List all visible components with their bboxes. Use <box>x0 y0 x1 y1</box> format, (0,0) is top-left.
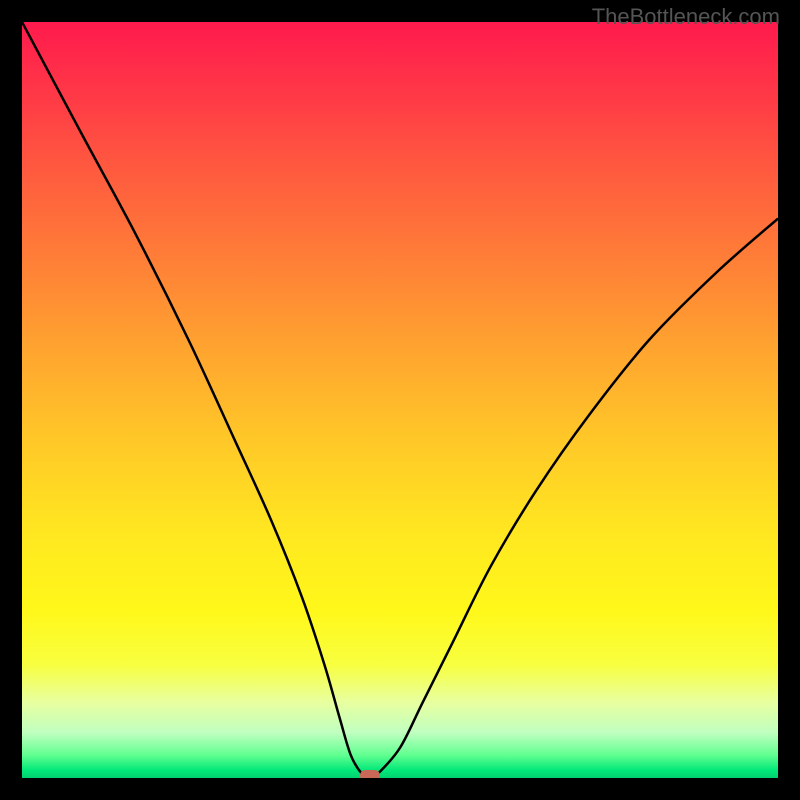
watermark-text: TheBottleneck.com <box>592 4 780 30</box>
bottleneck-curve <box>22 22 778 778</box>
optimum-marker <box>360 770 380 778</box>
plot-area <box>22 22 778 778</box>
